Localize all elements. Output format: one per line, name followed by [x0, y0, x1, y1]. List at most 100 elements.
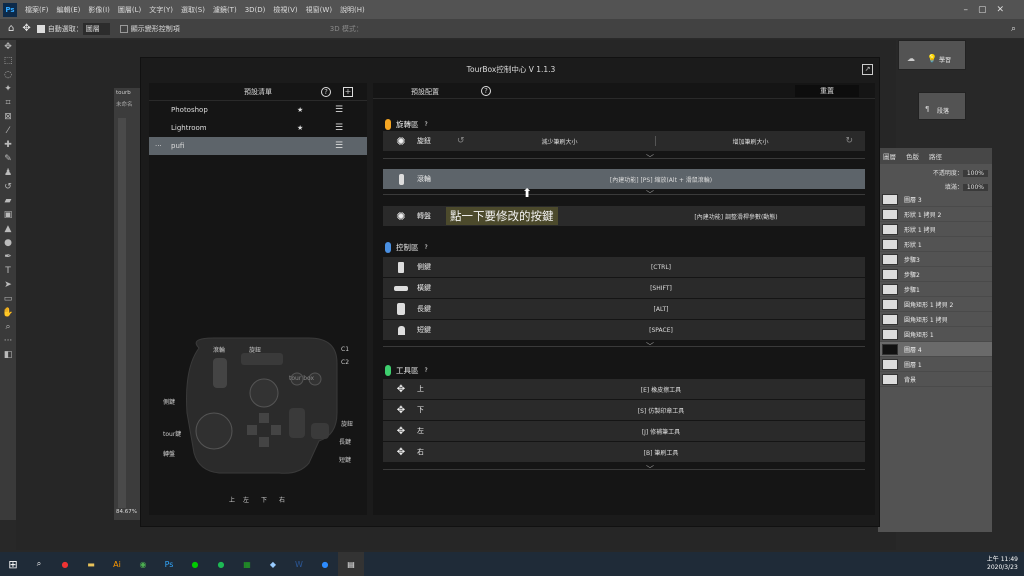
pen-icon[interactable]: ✒	[0, 250, 16, 264]
search-icon[interactable]: ⌕	[1011, 24, 1016, 34]
layer-row[interactable]: 背景	[878, 372, 992, 387]
menu-window[interactable]: 視窗(W)	[302, 5, 336, 15]
help-icon[interactable]: ?	[425, 367, 428, 374]
down-button[interactable]	[259, 437, 269, 447]
menu-icon[interactable]: ☰	[335, 123, 343, 133]
menu-image[interactable]: 影像(I)	[84, 5, 114, 15]
spotify-icon[interactable]: ●	[208, 552, 234, 576]
menu-help[interactable]: 說明(H)	[336, 5, 369, 15]
tourbox-taskbar-icon[interactable]: ▤	[338, 552, 364, 576]
chrome-icon[interactable]: ◉	[130, 552, 156, 576]
row-knob[interactable]: ✺ 旋鈕 ↺ 減少筆刷大小 增加筆刷大小 ↻	[383, 131, 865, 151]
tab-paths[interactable]: 路徑	[924, 151, 947, 161]
move-tool-icon[interactable]: ✥	[0, 40, 16, 54]
up-value[interactable]: [E] 橡皮擦工具	[457, 385, 865, 394]
add-preset-button[interactable]: +	[343, 87, 353, 97]
layer-row[interactable]: 形狀 1	[878, 237, 992, 252]
windows-start-icon[interactable]: ⊞	[0, 552, 26, 576]
help-icon[interactable]: ?	[321, 87, 331, 97]
more-tools-icon[interactable]: ···	[0, 334, 16, 348]
row-down[interactable]: ✥ 下 [S] 仿製印章工具	[383, 400, 865, 420]
layer-row[interactable]: 圓角矩形 1 拷貝 2	[878, 297, 992, 312]
tab-channels[interactable]: 色版	[901, 151, 924, 161]
chevron-down-icon[interactable]: ﹀	[646, 464, 654, 475]
path-select-icon[interactable]: ➤	[0, 278, 16, 292]
layer-row[interactable]: 步驟1	[878, 282, 992, 297]
preset-item-pufi[interactable]: ··· pufi ☰	[149, 137, 367, 155]
top-value[interactable]: [SHIFT]	[457, 285, 865, 292]
clock[interactable]: 上午 11:49 2020/3/23	[987, 556, 1018, 572]
sheets-icon[interactable]: ▦	[234, 552, 260, 576]
blur-icon[interactable]: ▲	[0, 222, 16, 236]
auto-select-dropdown[interactable]: 圖層	[82, 22, 110, 35]
help-icon[interactable]: ?	[425, 121, 428, 128]
left-button[interactable]	[247, 425, 257, 435]
up-button[interactable]	[259, 413, 269, 423]
move-tool-icon[interactable]: ✥	[22, 23, 30, 34]
knob-left-value[interactable]: 減少筆刷大小	[465, 137, 655, 146]
taskbar-app-icon[interactable]: ●	[52, 552, 78, 576]
learn-panel-icon[interactable]: ☁	[907, 54, 915, 63]
rotate-cw-icon[interactable]: ↻	[845, 136, 853, 146]
layer-row[interactable]: 步驟2	[878, 267, 992, 282]
taskbar-search-icon[interactable]: ⌕	[26, 552, 52, 576]
layer-row[interactable]: 圖層 3	[878, 192, 992, 207]
roller-button[interactable]	[213, 358, 227, 388]
chevron-down-icon[interactable]: ﹀	[646, 189, 654, 200]
layer-row[interactable]: 圓角矩形 1 拷貝	[878, 312, 992, 327]
zoom-app-icon[interactable]: ●	[312, 552, 338, 576]
menu-icon[interactable]: ☰	[335, 141, 343, 151]
row-top[interactable]: 橫鍵 [SHIFT]	[383, 278, 865, 298]
eraser-icon[interactable]: ▰	[0, 194, 16, 208]
learn-label[interactable]: 學習	[939, 55, 951, 64]
history-brush-icon[interactable]: ↺	[0, 180, 16, 194]
knob-dial[interactable]	[249, 378, 279, 408]
menu-layer[interactable]: 圖層(L)	[114, 5, 145, 15]
layer-row[interactable]: 形狀 1 拷貝	[878, 222, 992, 237]
chevron-down-icon[interactable]: ﹀	[646, 341, 654, 352]
menu-view[interactable]: 檢視(V)	[269, 5, 301, 15]
left-value[interactable]: [J] 修補筆工具	[457, 427, 865, 436]
auto-select-checkbox[interactable]	[36, 24, 45, 33]
layer-row[interactable]: 圓角矩形 1	[878, 327, 992, 342]
rotate-ccw-icon[interactable]: ↺	[457, 136, 465, 146]
word-icon[interactable]: W	[286, 552, 312, 576]
color-swatch-icon[interactable]: ◧	[0, 348, 16, 362]
row-tall[interactable]: 長鍵 [ALT]	[383, 299, 865, 319]
wheel-value[interactable]: [內建功能] 調整滑桿參數(動態)	[607, 212, 865, 221]
fill-input[interactable]: 100%	[962, 184, 988, 191]
short-button[interactable]	[311, 423, 329, 439]
frame-tool-icon[interactable]: ⊠	[0, 110, 16, 124]
layer-row[interactable]: 圖層 4	[878, 342, 992, 357]
menu-3d[interactable]: 3D(D)	[241, 6, 270, 14]
right-button[interactable]	[271, 425, 281, 435]
transform-checkbox[interactable]	[119, 24, 128, 33]
stamp-icon[interactable]: ♟	[0, 166, 16, 180]
window-controls[interactable]: –▢✕	[963, 5, 1014, 15]
config-tab[interactable]: 預設配置	[411, 87, 439, 97]
expand-window-icon[interactable]: ↗	[862, 64, 873, 75]
opacity-input[interactable]: 100%	[962, 170, 988, 177]
layer-row[interactable]: 步驟3	[878, 252, 992, 267]
magic-wand-icon[interactable]: ✦	[0, 82, 16, 96]
hand-icon[interactable]: ✋	[0, 306, 16, 320]
roller-value[interactable]: [內建功能] [PS] 縮放(Alt + 滑鼠滾輪)	[457, 175, 865, 184]
menu-icon[interactable]: ☰	[335, 105, 343, 115]
down-value[interactable]: [S] 仿製印章工具	[457, 406, 865, 415]
menu-edit[interactable]: 編輯(E)	[53, 5, 85, 15]
right-value[interactable]: [B] 筆刷工具	[457, 448, 865, 457]
row-side[interactable]: 側鍵 [CTRL]	[383, 257, 865, 277]
zoom-icon[interactable]: ⌕	[0, 320, 16, 334]
side-value[interactable]: [CTRL]	[457, 264, 865, 271]
dodge-icon[interactable]: ●	[0, 236, 16, 250]
help-icon[interactable]: ?	[425, 244, 428, 251]
tall-value[interactable]: [ALT]	[457, 306, 865, 313]
tall-button[interactable]	[289, 408, 305, 438]
row-left[interactable]: ✥ 左 [J] 修補筆工具	[383, 421, 865, 441]
gradient-icon[interactable]: ▣	[0, 208, 16, 222]
menu-file[interactable]: 檔案(F)	[21, 5, 53, 15]
crop-tool-icon[interactable]: ⌗	[0, 96, 16, 110]
star-icon[interactable]: ★	[297, 124, 303, 132]
tab-layers[interactable]: 圖層	[878, 151, 901, 161]
paragraph-label[interactable]: 段落	[937, 106, 949, 115]
